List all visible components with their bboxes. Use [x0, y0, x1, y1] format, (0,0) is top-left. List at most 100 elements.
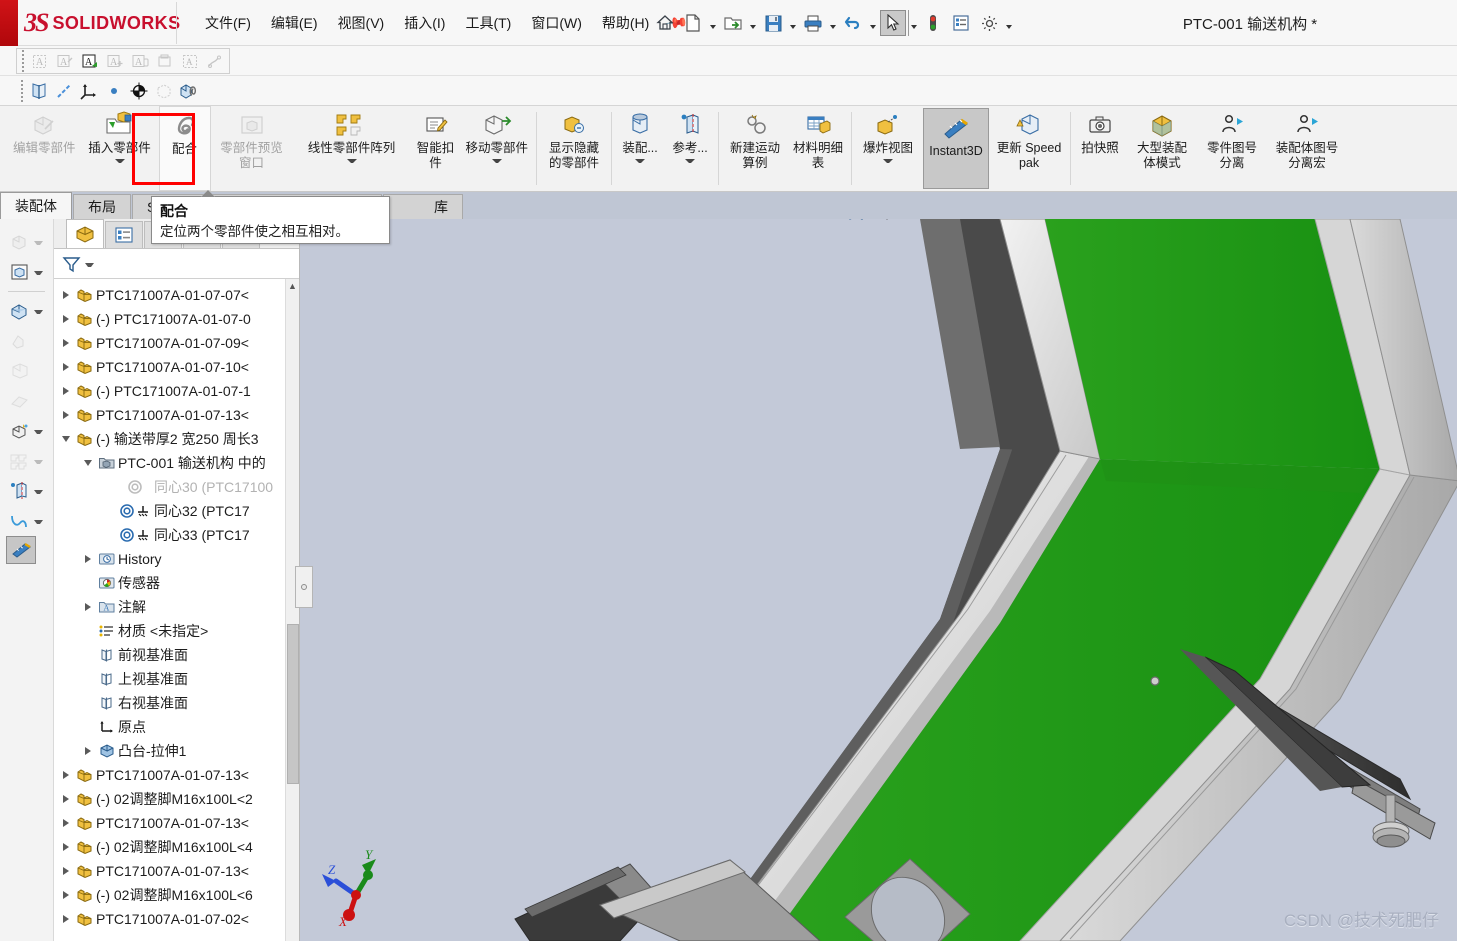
ribbon-instant3d[interactable]: Instant3D	[923, 108, 990, 189]
axis-icon[interactable]	[53, 80, 75, 102]
tree-expand-arrow[interactable]	[58, 771, 74, 779]
ribbon-smart-fasteners[interactable]: 智能扣件	[411, 106, 461, 191]
ribbon-show-hidden-components[interactable]: 显示隐藏的零部件	[540, 106, 608, 191]
tree-row[interactable]: (-) 02调整脚M16x100L<6	[54, 883, 299, 907]
menu-help[interactable]: 帮助(H)	[592, 8, 659, 38]
options-caret[interactable]	[1004, 10, 1014, 36]
tree-tab-feature-manager[interactable]	[66, 219, 104, 248]
rail-insert-component-caret[interactable]	[34, 268, 43, 276]
tree-expand-arrow[interactable]	[58, 411, 74, 419]
save-icon[interactable]	[760, 10, 786, 36]
options-list-icon[interactable]	[948, 10, 974, 36]
tree-row[interactable]: PTC171007A-01-07-13<	[54, 811, 299, 835]
gear-icon[interactable]	[976, 10, 1002, 36]
rail-curves-caret[interactable]	[34, 517, 43, 525]
ribbon-assembly-features-caret[interactable]	[635, 157, 645, 165]
tree-expand-arrow[interactable]	[80, 747, 96, 755]
tree-expand-arrow[interactable]	[58, 339, 74, 347]
tree-row[interactable]: 上视基准面	[54, 667, 299, 691]
tree-expand-arrow[interactable]	[58, 291, 74, 299]
tree-row[interactable]: 材质 <未指定>	[54, 619, 299, 643]
tab-library[interactable]: 库	[383, 194, 463, 219]
tree-row[interactable]: 凸台-拉伸1	[54, 739, 299, 763]
mate-paperclip-icon[interactable]	[178, 80, 200, 102]
new-document-icon[interactable]	[680, 10, 706, 36]
display-style-icon[interactable]	[874, 219, 900, 223]
print-note-icon[interactable]	[154, 50, 176, 72]
menu-view[interactable]: 视图(V)	[328, 8, 395, 38]
menu-tools[interactable]: 工具(T)	[455, 8, 521, 38]
tree-expand-arrow[interactable]	[58, 819, 74, 827]
rail-linear-pattern[interactable]	[0, 446, 53, 476]
select-caret[interactable]	[908, 10, 918, 36]
tree-expand-arrow[interactable]	[58, 891, 74, 899]
tree-expand-arrow[interactable]	[58, 436, 74, 442]
tree-row[interactable]: PTC171007A-01-07-10<	[54, 355, 299, 379]
edit-appearance-icon[interactable]	[974, 219, 1000, 223]
ribbon-reference-geometry[interactable]: 参考...	[665, 106, 715, 191]
tree-tab-property-manager[interactable]	[105, 221, 143, 248]
open-caret[interactable]	[748, 10, 758, 36]
apply-scene-2-icon[interactable]	[1003, 219, 1029, 223]
ribbon-update-speedpak[interactable]: 更新 Speedpak	[991, 106, 1067, 191]
toolbar-grip[interactable]	[20, 50, 26, 72]
print-icon[interactable]	[800, 10, 826, 36]
rail-insert-component[interactable]	[0, 257, 53, 287]
tree-row[interactable]: PTC-001 输送机构 中的	[54, 451, 299, 475]
rail-move-component-caret[interactable]	[34, 427, 43, 435]
tree-row[interactable]: (-) PTC171007A-01-07-1	[54, 379, 299, 403]
tree-row[interactable]: 同心32 (PTC17	[54, 499, 299, 523]
tree-expand-arrow[interactable]	[58, 843, 74, 851]
ribbon-assembly-features[interactable]: 装配...	[615, 106, 665, 191]
rail-linear-pattern-caret[interactable]	[34, 457, 43, 465]
plane-icon[interactable]	[28, 80, 50, 102]
rail-curves[interactable]	[0, 506, 53, 536]
rail-instant3d[interactable]	[6, 536, 36, 564]
ribbon-exploded-view[interactable]: 爆炸视图	[855, 106, 921, 191]
rail-component-preview[interactable]	[0, 326, 53, 356]
tree-row[interactable]: PTC171007A-01-07-13<	[54, 403, 299, 427]
tree-row[interactable]: 前视基准面	[54, 643, 299, 667]
ribbon-component-preview[interactable]: 零部件预览窗口	[211, 106, 293, 191]
scene-caret[interactable]	[1032, 219, 1042, 222]
home-icon[interactable]	[652, 10, 678, 36]
tree-expand-arrow[interactable]	[58, 315, 74, 323]
rail-mate[interactable]	[0, 296, 53, 326]
ribbon-part-balloon-separate[interactable]: 零件图号分离	[1198, 106, 1266, 191]
rail-edit-component[interactable]	[0, 227, 53, 257]
undo-caret[interactable]	[868, 10, 878, 36]
tree-expand-arrow[interactable]	[58, 795, 74, 803]
panel-splitter-handle[interactable]	[295, 566, 313, 608]
menu-edit[interactable]: 编辑(E)	[261, 8, 328, 38]
rail-belt-chain[interactable]	[0, 386, 53, 416]
tab-assembly[interactable]: 装配体	[0, 192, 72, 219]
rebuild-icon[interactable]	[920, 10, 946, 36]
menu-insert[interactable]: 插入(I)	[394, 8, 455, 38]
ribbon-mate[interactable]: 配合	[158, 106, 211, 191]
ribbon-assembly-balloon-macro[interactable]: 装配体图号分离宏	[1266, 106, 1348, 191]
scroll-up-icon[interactable]: ▲	[286, 279, 299, 293]
zoom-to-fit-icon[interactable]	[758, 219, 784, 223]
ribbon-reference-geometry-caret[interactable]	[685, 157, 695, 165]
hide-show-items-icon[interactable]	[903, 219, 929, 223]
coordinate-system-icon[interactable]	[78, 80, 100, 102]
ribbon-linear-component-pattern[interactable]: 线性零部件阵列	[293, 106, 411, 191]
tree-row[interactable]: PTC171007A-01-07-13<	[54, 763, 299, 787]
tree-row[interactable]: (-) PTC171007A-01-07-0	[54, 307, 299, 331]
ribbon-move-component-caret[interactable]	[492, 157, 502, 165]
tree-row[interactable]: 同心30 (PTC17100	[54, 475, 299, 499]
menu-window[interactable]: 窗口(W)	[521, 8, 592, 38]
ribbon-linear-pattern-caret[interactable]	[347, 157, 357, 165]
tab-layout[interactable]: 布局	[73, 194, 131, 219]
insert-note-icon[interactable]: A	[79, 50, 101, 72]
tree-expand-arrow[interactable]	[58, 915, 74, 923]
ribbon-large-assembly-mode[interactable]: 大型装配体模式	[1126, 106, 1198, 191]
tree-row[interactable]: 原点	[54, 715, 299, 739]
tree-expand-arrow[interactable]	[80, 460, 96, 466]
edit-note-icon[interactable]: A	[54, 50, 76, 72]
tree-row[interactable]: PTC171007A-01-07-13<	[54, 859, 299, 883]
section-view-icon[interactable]	[816, 219, 842, 223]
tree-row[interactable]: PTC171007A-01-07-09<	[54, 331, 299, 355]
tree-row[interactable]: PTC171007A-01-07-07<	[54, 283, 299, 307]
menu-file[interactable]: 文件(F)	[195, 8, 261, 38]
